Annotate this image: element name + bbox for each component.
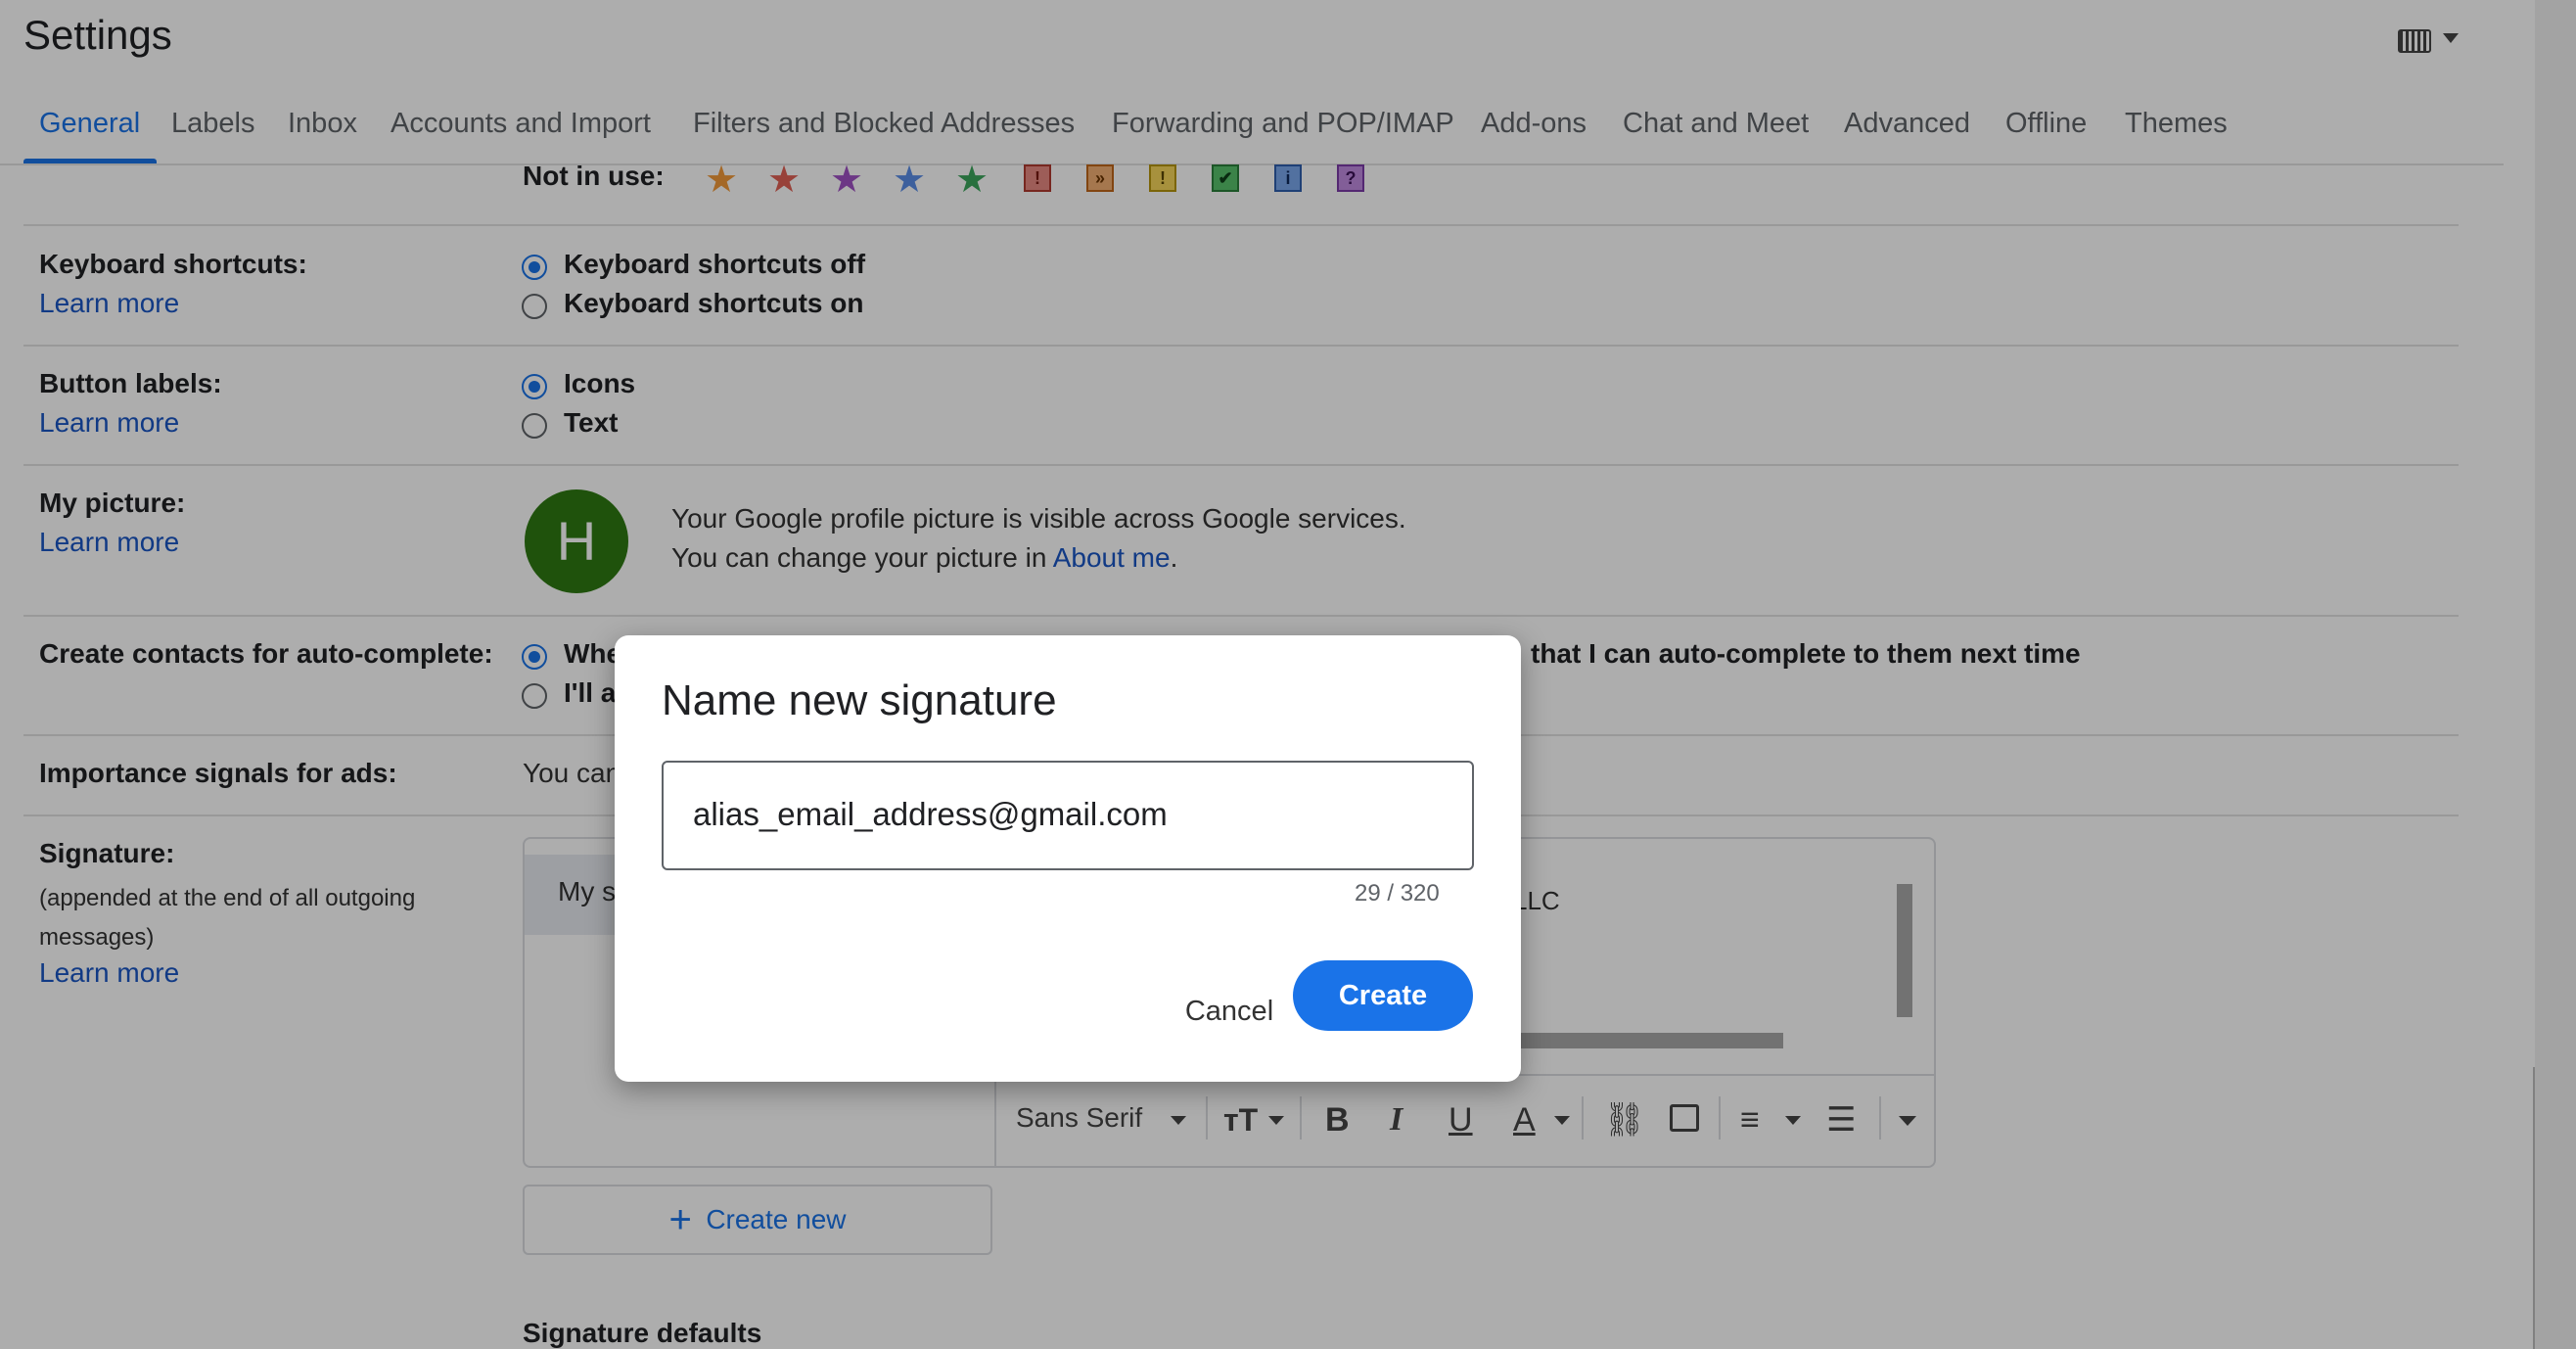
name-signature-dialog: Name new signature alias_email_address@g… xyxy=(615,635,1521,1082)
signature-name-input[interactable]: alias_email_address@gmail.com xyxy=(662,761,1474,870)
cancel-button[interactable]: Cancel xyxy=(1163,976,1296,1047)
signature-name-value: alias_email_address@gmail.com xyxy=(693,796,1168,832)
dialog-title: Name new signature xyxy=(662,676,1057,724)
create-button[interactable]: Create xyxy=(1293,960,1473,1031)
character-counter: 29 / 320 xyxy=(1355,880,1440,907)
